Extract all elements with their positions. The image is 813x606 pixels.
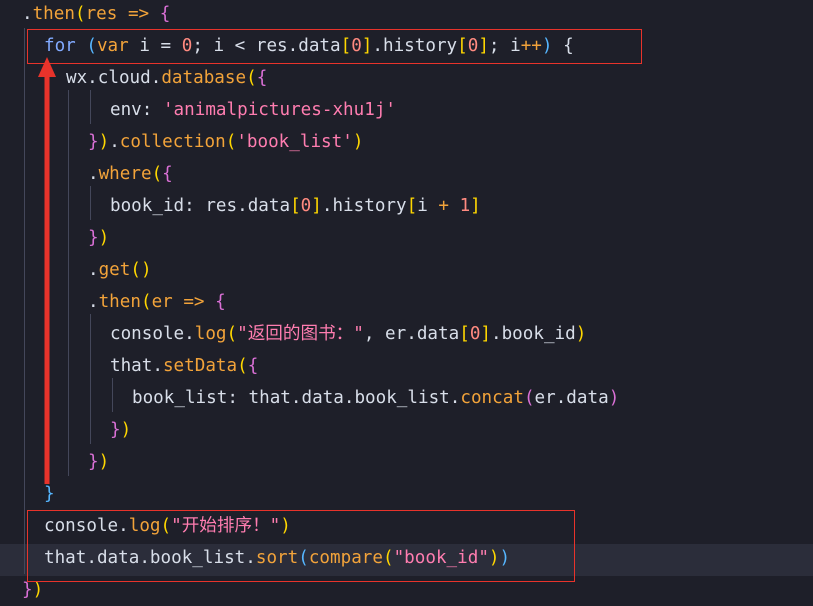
code-editor[interactable]: .then(res => {for (var i = 0; i < res.da… [0, 0, 813, 606]
loop-arrow-icon [38, 57, 56, 484]
